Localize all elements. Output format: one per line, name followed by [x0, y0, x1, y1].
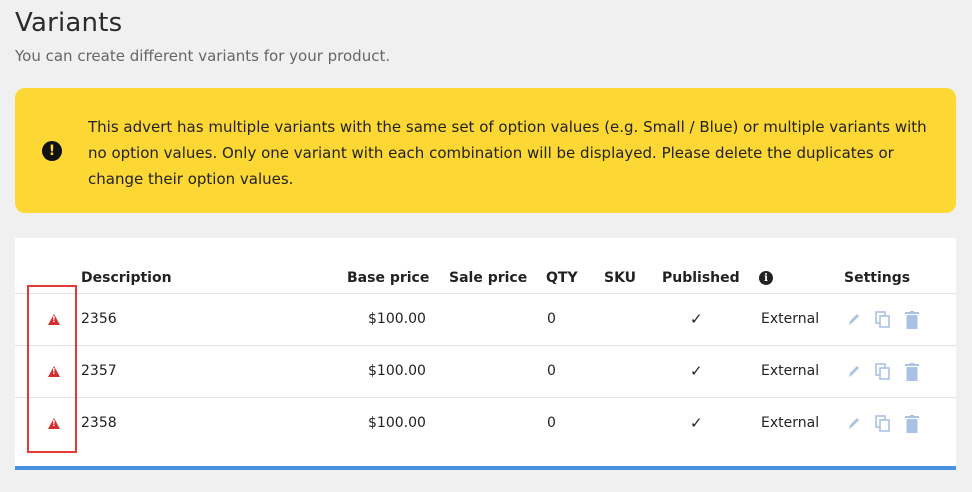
header-sku[interactable]: SKU — [604, 270, 636, 286]
cell-qty: 0 — [547, 363, 556, 379]
page-title: Variants — [15, 8, 123, 38]
cell-qty: 0 — [547, 415, 556, 431]
copy-icon[interactable] — [875, 415, 891, 433]
header-qty[interactable]: QTY — [546, 270, 578, 286]
published-check-icon: ✓ — [690, 414, 703, 432]
trash-icon[interactable] — [905, 415, 919, 433]
cell-description: 2357 — [81, 363, 117, 379]
header-base-price[interactable]: Base price — [347, 270, 429, 286]
duplicate-variants-alert: ! This advert has multiple variants with… — [15, 88, 956, 213]
copy-icon[interactable] — [875, 363, 891, 381]
copy-icon[interactable] — [875, 311, 891, 329]
table-row[interactable]: 2357 $100.00 0 ✓ External — [15, 346, 956, 398]
table-row[interactable]: 2356 $100.00 0 ✓ External — [15, 294, 956, 346]
cell-base-price: $100.00 — [368, 415, 426, 431]
edit-icon[interactable] — [847, 363, 861, 379]
variants-table: Description Base price Sale price QTY SK… — [15, 238, 956, 470]
edit-icon[interactable] — [847, 415, 861, 431]
header-published[interactable]: Published — [662, 270, 740, 286]
published-check-icon: ✓ — [690, 362, 703, 380]
alert-message: This advert has multiple variants with t… — [88, 118, 927, 188]
cell-source: External — [761, 363, 820, 379]
cell-description: 2356 — [81, 311, 117, 327]
exclamation-circle-icon: ! — [42, 141, 62, 161]
cell-source: External — [761, 415, 820, 431]
table-bottom-accent — [15, 466, 956, 470]
cell-base-price: $100.00 — [368, 311, 426, 327]
header-description[interactable]: Description — [81, 270, 172, 286]
cell-source: External — [761, 311, 820, 327]
cell-description: 2358 — [81, 415, 117, 431]
published-check-icon: ✓ — [690, 310, 703, 328]
info-icon[interactable]: i — [759, 271, 773, 285]
cell-qty: 0 — [547, 311, 556, 327]
cell-base-price: $100.00 — [368, 363, 426, 379]
page-subtitle: You can create different variants for yo… — [15, 47, 391, 65]
header-settings: Settings — [844, 270, 911, 286]
warning-highlight-box — [27, 285, 77, 453]
header-sale-price[interactable]: Sale price — [449, 270, 527, 286]
trash-icon[interactable] — [905, 363, 919, 381]
table-row[interactable]: 2358 $100.00 0 ✓ External — [15, 398, 956, 450]
trash-icon[interactable] — [905, 311, 919, 329]
edit-icon[interactable] — [847, 311, 861, 327]
